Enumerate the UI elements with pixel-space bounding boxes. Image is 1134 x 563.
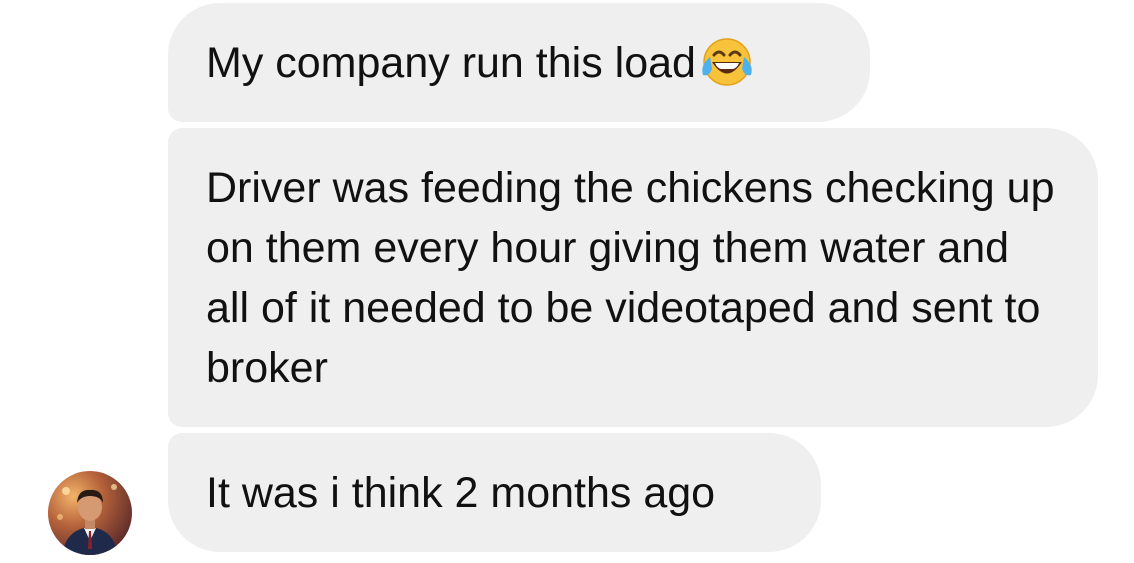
message-bubble[interactable]: Driver was feeding the chickens checking… [168, 128, 1098, 427]
message-bubble[interactable]: It was i think 2 months ago [168, 433, 821, 552]
avatar-image [48, 471, 132, 555]
message-text: My company run this load [206, 39, 696, 87]
face-with-tears-of-joy-icon [698, 35, 756, 89]
message-text: It was i think 2 months ago [206, 469, 716, 517]
message-bubble[interactable]: My company run this load [168, 3, 870, 122]
avatar[interactable] [48, 471, 132, 555]
message-text: Driver was feeding the chickens checking… [206, 164, 1055, 392]
